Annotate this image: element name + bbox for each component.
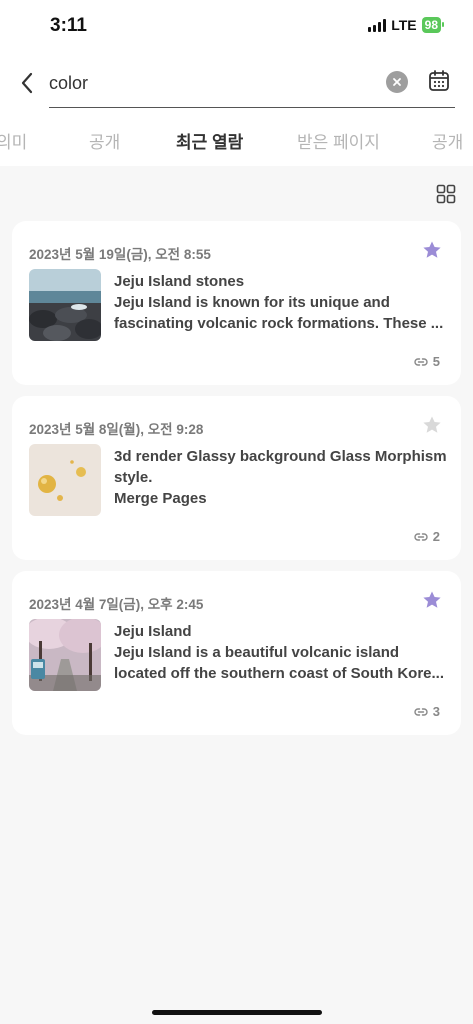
card-title: Jeju Island [114, 623, 192, 640]
star-icon[interactable] [422, 240, 442, 260]
grid-icon [436, 184, 456, 204]
tab-public[interactable]: 공개 [89, 128, 120, 153]
search-input[interactable] [49, 68, 369, 98]
link-icon [414, 707, 428, 716]
card-title: Jeju Island stones [114, 273, 245, 290]
card-text: 3d render Glassy background Glass Morphi… [114, 446, 449, 509]
glass-spheres-image [29, 444, 101, 516]
header: 3:11 LTE 98 color 의미 공개 최근 열람 받은 페이지 공개 [0, 0, 473, 166]
signal-icon [368, 18, 387, 32]
link-icon [414, 357, 428, 366]
battery-icon: 98 [421, 17, 445, 33]
page-card[interactable]: 2023년 5월 8일(월), 오전 9:28 3d render Glassy… [12, 396, 461, 560]
tab-received-pages[interactable]: 받은 페이지 [297, 128, 380, 153]
card-text: Jeju Island Jeju Island is a beautiful v… [114, 621, 449, 684]
card-date: 2023년 5월 8일(월), 오전 9:28 [29, 422, 204, 437]
link-count-value: 2 [432, 529, 440, 544]
link-count: 2 [414, 529, 440, 544]
clock: 3:11 [50, 15, 87, 36]
status-indicators: LTE 98 [368, 17, 445, 33]
card-text: Jeju Island stones Jeju Island is known … [114, 271, 449, 334]
back-button[interactable] [14, 68, 40, 98]
page-card[interactable]: 2023년 5월 19일(금), 오전 8:55 Jeju Island sto… [12, 221, 461, 385]
chevron-left-icon [21, 72, 33, 94]
card-title: 3d render Glassy background Glass Morphi… [114, 448, 447, 486]
search-bar [0, 60, 473, 110]
category-tabs: 의미 공개 최근 열람 받은 페이지 공개 [0, 122, 473, 158]
calendar-button[interactable] [428, 69, 452, 95]
clear-search-button[interactable] [386, 71, 408, 93]
card-description: Jeju Island is a beautiful volcanic isla… [114, 644, 445, 682]
grid-view-button[interactable] [436, 184, 456, 204]
tab-public-2[interactable]: 공개 [432, 128, 463, 153]
cherry-blossom-road-image [29, 619, 101, 691]
link-count: 3 [414, 704, 440, 719]
status-bar: 3:11 LTE 98 [0, 0, 473, 52]
link-count-value: 3 [432, 704, 440, 719]
star-icon[interactable] [422, 590, 442, 610]
card-description: Jeju Island is known for its unique and … [114, 294, 444, 332]
card-date: 2023년 4월 7일(금), 오후 2:45 [29, 597, 204, 612]
rocky-coast-image [29, 269, 101, 341]
calendar-icon [429, 70, 449, 91]
link-count: 5 [414, 354, 440, 369]
link-icon [414, 532, 428, 541]
link-count-value: 5 [432, 354, 440, 369]
network-label: LTE [391, 17, 417, 33]
star-icon[interactable] [422, 415, 442, 435]
tab-meaning[interactable]: 의미 [0, 128, 27, 153]
card-date: 2023년 5월 19일(금), 오전 8:55 [29, 247, 211, 262]
close-icon [393, 78, 401, 86]
home-indicator[interactable] [152, 1010, 322, 1015]
search-field [49, 62, 455, 108]
card-description: Merge Pages [114, 490, 207, 507]
tab-recent[interactable]: 최근 열람 [176, 128, 243, 153]
page-card[interactable]: 2023년 4월 7일(금), 오후 2:45 Jeju Island Jeju… [12, 571, 461, 735]
